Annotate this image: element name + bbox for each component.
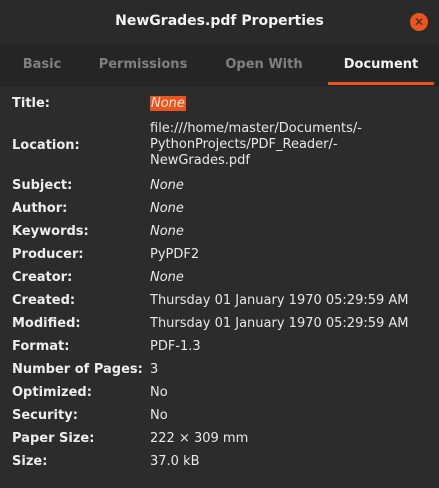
- security-value[interactable]: No: [150, 408, 168, 423]
- paper-size-value[interactable]: 222 × 309 mm: [150, 431, 248, 446]
- pages-label: Number of Pages:: [12, 362, 143, 377]
- title-bar: NewGrades.pdf Properties ✕: [0, 0, 439, 44]
- pages-value[interactable]: 3: [150, 362, 158, 377]
- tab-permissions[interactable]: Permissions: [86, 44, 200, 85]
- creator-label: Creator:: [12, 270, 73, 285]
- subject-value[interactable]: None: [150, 178, 184, 193]
- keywords-value[interactable]: None: [150, 224, 184, 239]
- author-label: Author:: [12, 201, 68, 216]
- security-label: Security:: [12, 408, 78, 423]
- location-label: Location:: [12, 138, 80, 153]
- location-value[interactable]: file:///home/master/Documents/- PythonPr…: [150, 121, 362, 169]
- format-value[interactable]: PDF-1.3: [150, 339, 201, 354]
- created-value[interactable]: Thursday 01 January 1970 05:29:59 AM: [150, 293, 409, 308]
- tab-document[interactable]: Document: [328, 44, 434, 85]
- optimized-label: Optimized:: [12, 385, 92, 400]
- close-icon: ✕: [413, 15, 425, 29]
- size-value[interactable]: 37.0 kB: [150, 454, 200, 469]
- keywords-label: Keywords:: [12, 224, 89, 239]
- optimized-value[interactable]: No: [150, 385, 168, 400]
- size-label: Size:: [12, 454, 48, 469]
- tab-basic[interactable]: Basic: [0, 44, 84, 85]
- title-value[interactable]: None: [150, 96, 186, 111]
- modified-label: Modified:: [12, 316, 81, 331]
- producer-label: Producer:: [12, 247, 84, 262]
- tab-open-with[interactable]: Open With: [202, 44, 326, 85]
- location-line: NewGrades.pdf: [150, 153, 250, 168]
- creator-value[interactable]: None: [150, 270, 184, 285]
- title-label: Title:: [12, 96, 51, 111]
- location-line: PythonProjects/PDF_Reader/-: [150, 137, 338, 152]
- modified-value[interactable]: Thursday 01 January 1970 05:29:59 AM: [150, 316, 409, 331]
- producer-value[interactable]: PyPDF2: [150, 247, 199, 262]
- format-label: Format:: [12, 339, 70, 354]
- created-label: Created:: [12, 293, 76, 308]
- window-title: NewGrades.pdf Properties: [115, 13, 324, 29]
- location-line: file:///home/master/Documents/-: [150, 121, 362, 136]
- subject-label: Subject:: [12, 178, 73, 193]
- tab-bar: Basic Permissions Open With Document: [0, 44, 439, 86]
- author-value[interactable]: None: [150, 201, 184, 216]
- close-button[interactable]: ✕: [410, 13, 428, 31]
- paper-size-label: Paper Size:: [12, 431, 95, 446]
